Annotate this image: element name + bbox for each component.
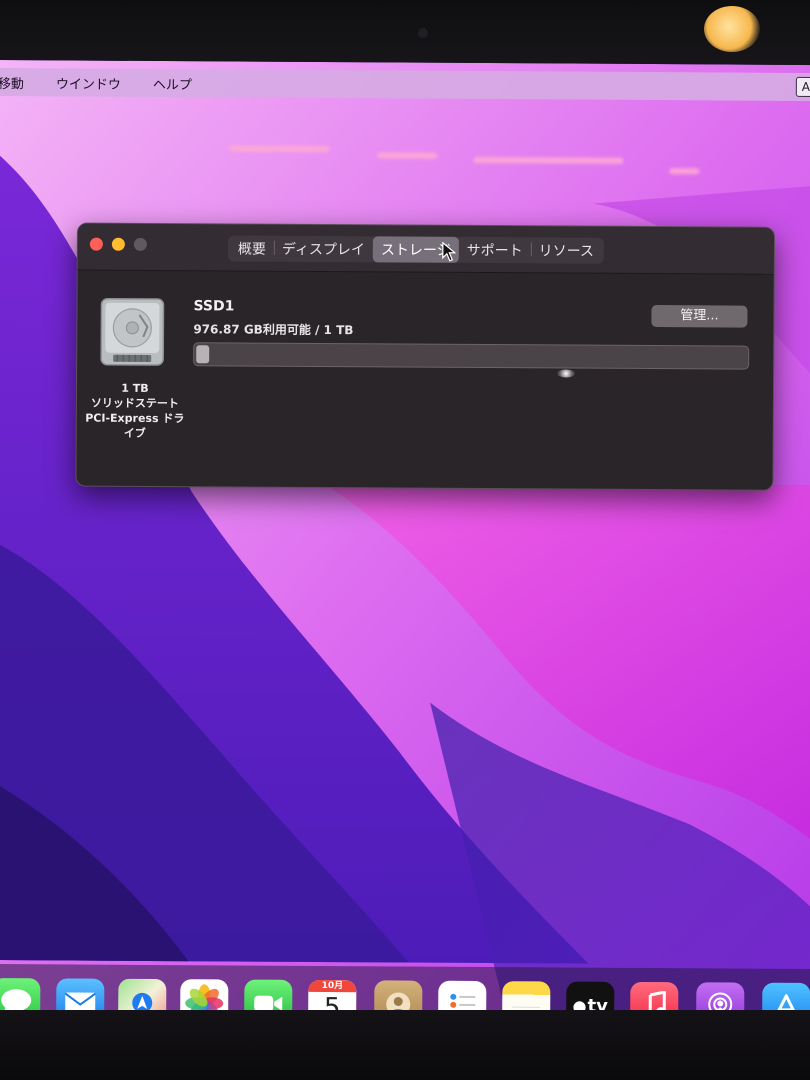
- light-streak: [377, 152, 438, 159]
- tab-resources[interactable]: リソース: [531, 237, 602, 263]
- title-bar: 概要 ディスプレイ ストレージ サポート リソース: [77, 223, 774, 275]
- menu-go[interactable]: 移動: [0, 72, 40, 92]
- calendar-month: 10月: [308, 979, 357, 993]
- disk-availability: 976.87 GB利用可能 / 1 TB: [193, 322, 354, 338]
- light-streak: [669, 168, 700, 175]
- drive-type: ソリッドステート: [90, 396, 179, 411]
- tab-overview[interactable]: 概要: [230, 235, 274, 261]
- mouse-pointer-icon: [442, 241, 456, 262]
- screen-bezel-top: [0, 0, 810, 70]
- drive-interface: PCI-Express ドラ: [85, 411, 185, 426]
- screen-bezel-bottom: [0, 1010, 810, 1080]
- screen-glare: [557, 369, 576, 378]
- light-streak: [229, 145, 330, 153]
- menu-bar: 移動 ウインドウ ヘルプ A: [0, 67, 810, 102]
- storage-usage-fill: [196, 345, 210, 364]
- drive-interface-cont: イブ: [123, 426, 146, 440]
- minimize-button[interactable]: [111, 237, 125, 251]
- menu-window[interactable]: ウインドウ: [40, 73, 137, 93]
- camera: [418, 28, 428, 38]
- ssd-drive-icon: [100, 297, 165, 366]
- light-reflection: [704, 6, 760, 52]
- wallpaper: [0, 60, 810, 1026]
- close-button[interactable]: [89, 237, 103, 251]
- input-source-indicator[interactable]: A: [795, 76, 810, 98]
- storage-usage-bar: [193, 342, 750, 370]
- tab-displays[interactable]: ディスプレイ: [274, 236, 373, 263]
- drive-capacity: 1 TB: [121, 381, 149, 395]
- manage-button[interactable]: 管理...: [651, 305, 748, 328]
- tab-bar: 概要 ディスプレイ ストレージ サポート リソース: [227, 235, 605, 264]
- light-streak: [473, 156, 624, 164]
- tab-support[interactable]: サポート: [459, 237, 531, 263]
- about-this-mac-window: 概要 ディスプレイ ストレージ サポート リソース 1 TB ソリッドステート …: [75, 222, 775, 491]
- disk-name: SSD1: [193, 298, 235, 315]
- screen: 移動 ウインドウ ヘルプ A 概要 ディスプレイ ストレージ サポート リソース: [0, 60, 810, 1026]
- storage-panel: 1 TB ソリッドステート PCI-Express ドラ イブ SSD1 976…: [76, 271, 773, 490]
- zoom-button[interactable]: [133, 237, 147, 251]
- drive-caption: 1 TB ソリッドステート PCI-Express ドラ イブ: [79, 381, 191, 442]
- menu-help[interactable]: ヘルプ: [137, 73, 208, 92]
